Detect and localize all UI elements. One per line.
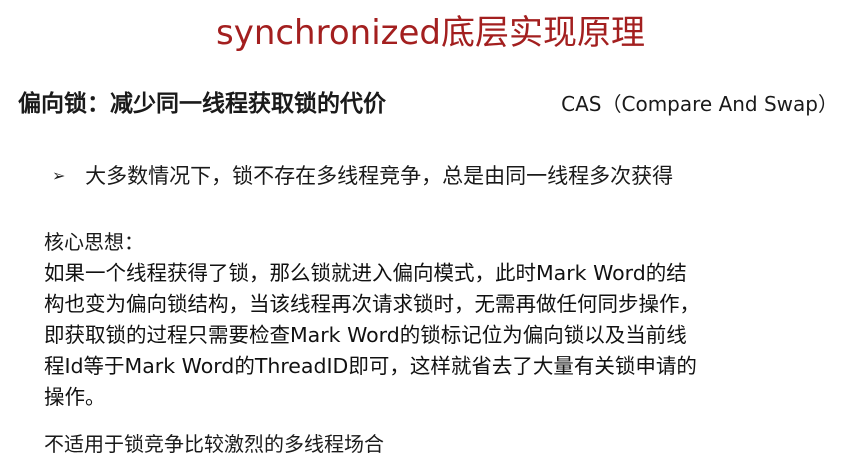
paragraph-line: 构也变为偏向锁结构，当该线程再次请求锁时，无需再做任何同步操作， bbox=[44, 292, 700, 316]
paragraph-line: 如果一个线程获得了锁，那么锁就进入偏向模式，此时Mark Word的结 bbox=[44, 261, 687, 285]
paragraph-line: 即获取锁的过程只需要检查Mark Word的锁标记位为偏向锁以及当前线 bbox=[44, 323, 687, 347]
paragraph-line: 操作。 bbox=[44, 385, 106, 409]
paragraph-line: 程Id等于Mark Word的ThreadID即可，这样就省去了大量有关锁申请的 bbox=[44, 354, 697, 378]
slide: synchronized底层实现原理 偏向锁：减少同一线程获取锁的代价 CAS（… bbox=[0, 0, 861, 468]
slide-title: synchronized底层实现原理 bbox=[215, 13, 645, 53]
section-heading: 偏向锁：减少同一线程获取锁的代价 bbox=[18, 91, 386, 117]
core-idea-label: 核心思想： bbox=[44, 230, 144, 254]
arrow-bullet-icon: ➢ bbox=[52, 166, 66, 185]
applicability-note: 不适用于锁竞争比较激烈的多线程场合 bbox=[44, 432, 384, 456]
bullet-item: ➢ 大多数情况下，锁不存在多线程竞争，总是由同一线程多次获得 bbox=[52, 156, 673, 196]
heading-row: 偏向锁：减少同一线程获取锁的代价 CAS（Compare And Swap） bbox=[18, 84, 848, 124]
cas-note: CAS（Compare And Swap） bbox=[561, 92, 838, 116]
bullet-text: 大多数情况下，锁不存在多线程竞争，总是由同一线程多次获得 bbox=[85, 164, 674, 188]
core-idea-paragraph: 如果一个线程获得了锁，那么锁就进入偏向模式，此时Mark Word的结 构也变为… bbox=[44, 258, 844, 413]
